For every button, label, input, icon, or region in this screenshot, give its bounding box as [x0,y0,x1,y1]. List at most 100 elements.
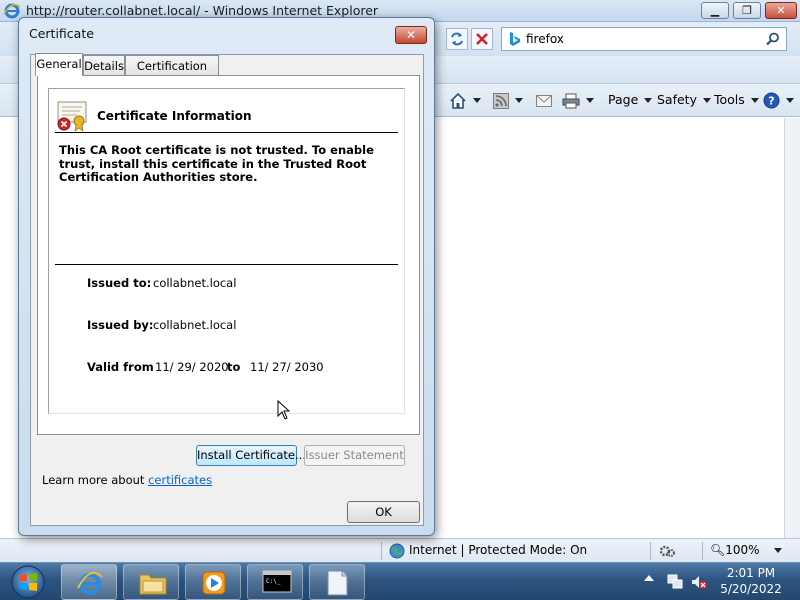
start-button[interactable] [4,564,52,600]
minimize-icon: ▁ [710,4,720,17]
internet-explorer-icon [77,571,103,595]
chevron-down-icon [515,98,523,103]
refresh-button[interactable] [446,28,468,50]
page-menu[interactable]: Page [608,91,653,109]
folder-icon [139,574,167,595]
issued-to-label: Issued to: [87,276,152,290]
tab-details[interactable]: Details [83,55,125,76]
home-icon [450,92,466,109]
status-divider [650,542,651,560]
close-icon: ✕ [405,28,417,42]
search-input[interactable]: firefox [501,27,787,51]
info-heading: Certificate Information [97,109,252,123]
stop-icon [476,33,488,45]
divider [55,264,398,265]
command-prompt-icon: C:\_ [262,570,292,593]
home-button[interactable] [449,91,481,109]
learn-more-label: Learn more about [42,473,145,487]
dialog-close-button[interactable]: ✕ [395,26,427,44]
chevron-down-icon [786,98,794,103]
status-bar: Internet | Protected Mode: On 🔍︎100% [0,538,800,572]
general-tab-panel: Certificate Information This CA Root cer… [37,75,420,435]
taskbar-command-prompt[interactable]: C:\_ [247,564,303,600]
ok-button[interactable]: OK [347,501,420,523]
network-icon[interactable] [666,573,684,591]
svg-text:?: ? [768,95,774,108]
status-divider [702,542,703,560]
globe-icon [389,543,405,559]
untrusted-certificate-icon [57,101,87,132]
dialog-title: Certificate [29,26,94,41]
taskbar: C:\_ 2:01 PM 5/20/2022 [0,562,800,600]
tab-general[interactable]: General [35,53,83,76]
rss-feed-icon [493,92,509,109]
internet-explorer-icon [3,3,21,19]
help-button[interactable]: ? [763,91,794,109]
chevron-down-icon [644,98,653,103]
help-icon: ? [763,92,780,109]
zoom-icon: 🔍︎ [710,543,726,557]
chevron-down-icon [586,98,594,103]
zoom-level: 100% [725,543,760,557]
mail-icon [536,94,552,107]
stop-button[interactable] [471,28,493,50]
read-mail-button[interactable] [536,91,552,109]
issued-to-value: collabnet.local [153,276,237,290]
divider [55,132,398,133]
tab-certification-path[interactable]: Certification Path [125,55,219,93]
certificate-dialog: Certificate ✕ General Details Certificat… [18,17,435,536]
certificates-link[interactable]: certificates [148,473,212,487]
safety-menu[interactable]: Safety [657,91,711,109]
volume-muted-icon[interactable] [690,573,708,591]
issuer-statement-button[interactable]: Issuer Statement [304,445,405,466]
security-zone-status[interactable]: Internet | Protected Mode: On [409,543,587,557]
show-hidden-icons-button[interactable] [644,575,654,581]
maximize-button[interactable]: ❐ [733,2,761,19]
document-icon [327,570,348,596]
close-icon: ✕ [776,4,786,17]
minimize-button[interactable]: ▁ [701,2,729,19]
ie-window-title: http://router.collabnet.local/ - Windows… [26,3,379,18]
dialog-body: General Details Certification Path Certi… [30,53,424,526]
certificate-info-box: Certificate Information This CA Root cer… [48,88,405,414]
chevron-down-icon [473,98,481,103]
zoom-control[interactable]: 🔍︎100% [710,543,782,557]
media-player-icon [202,571,226,595]
popup-blocker-button[interactable] [658,543,692,572]
taskbar-internet-explorer[interactable] [61,564,117,600]
refresh-icon [451,32,463,46]
tools-menu-label: Tools [714,92,745,107]
search-icon[interactable] [766,32,780,46]
mouse-cursor-icon [277,400,291,420]
feeds-button[interactable] [493,91,523,109]
valid-to-value: 11/ 27/ 2030 [250,360,324,374]
gear-icon [659,545,675,557]
chevron-down-icon [750,98,759,103]
printer-icon [562,93,580,108]
chevron-down-icon [773,548,782,553]
issued-by-label: Issued by: [87,318,154,332]
restore-icon: ❐ [742,4,752,17]
taskbar-media-player[interactable] [185,564,241,600]
windows-logo-icon [11,565,45,599]
close-button[interactable]: ✕ [765,2,797,19]
tools-menu[interactable]: Tools [714,91,759,109]
trust-warning-message: This CA Root certificate is not trusted.… [59,143,374,184]
valid-from-value: 11/ 29/ 2020 [155,360,229,374]
vertical-scrollbar[interactable] [784,118,800,538]
status-divider [381,542,382,560]
bing-icon [510,32,520,46]
taskbar-notepad[interactable] [309,564,365,600]
chevron-down-icon [702,98,711,103]
search-value: firefox [526,32,564,46]
valid-to-label: to [227,360,241,374]
svg-text:C:\_: C:\_ [266,578,281,585]
print-button[interactable] [562,91,594,109]
safety-menu-label: Safety [657,92,697,107]
clock-date[interactable]: 5/20/2022 [716,582,786,596]
install-certificate-button[interactable]: Install Certificate... [196,445,306,466]
issued-by-value: collabnet.local [153,318,237,332]
page-menu-label: Page [608,92,639,107]
clock-time[interactable]: 2:01 PM [716,566,786,580]
taskbar-windows-explorer[interactable] [123,564,179,600]
